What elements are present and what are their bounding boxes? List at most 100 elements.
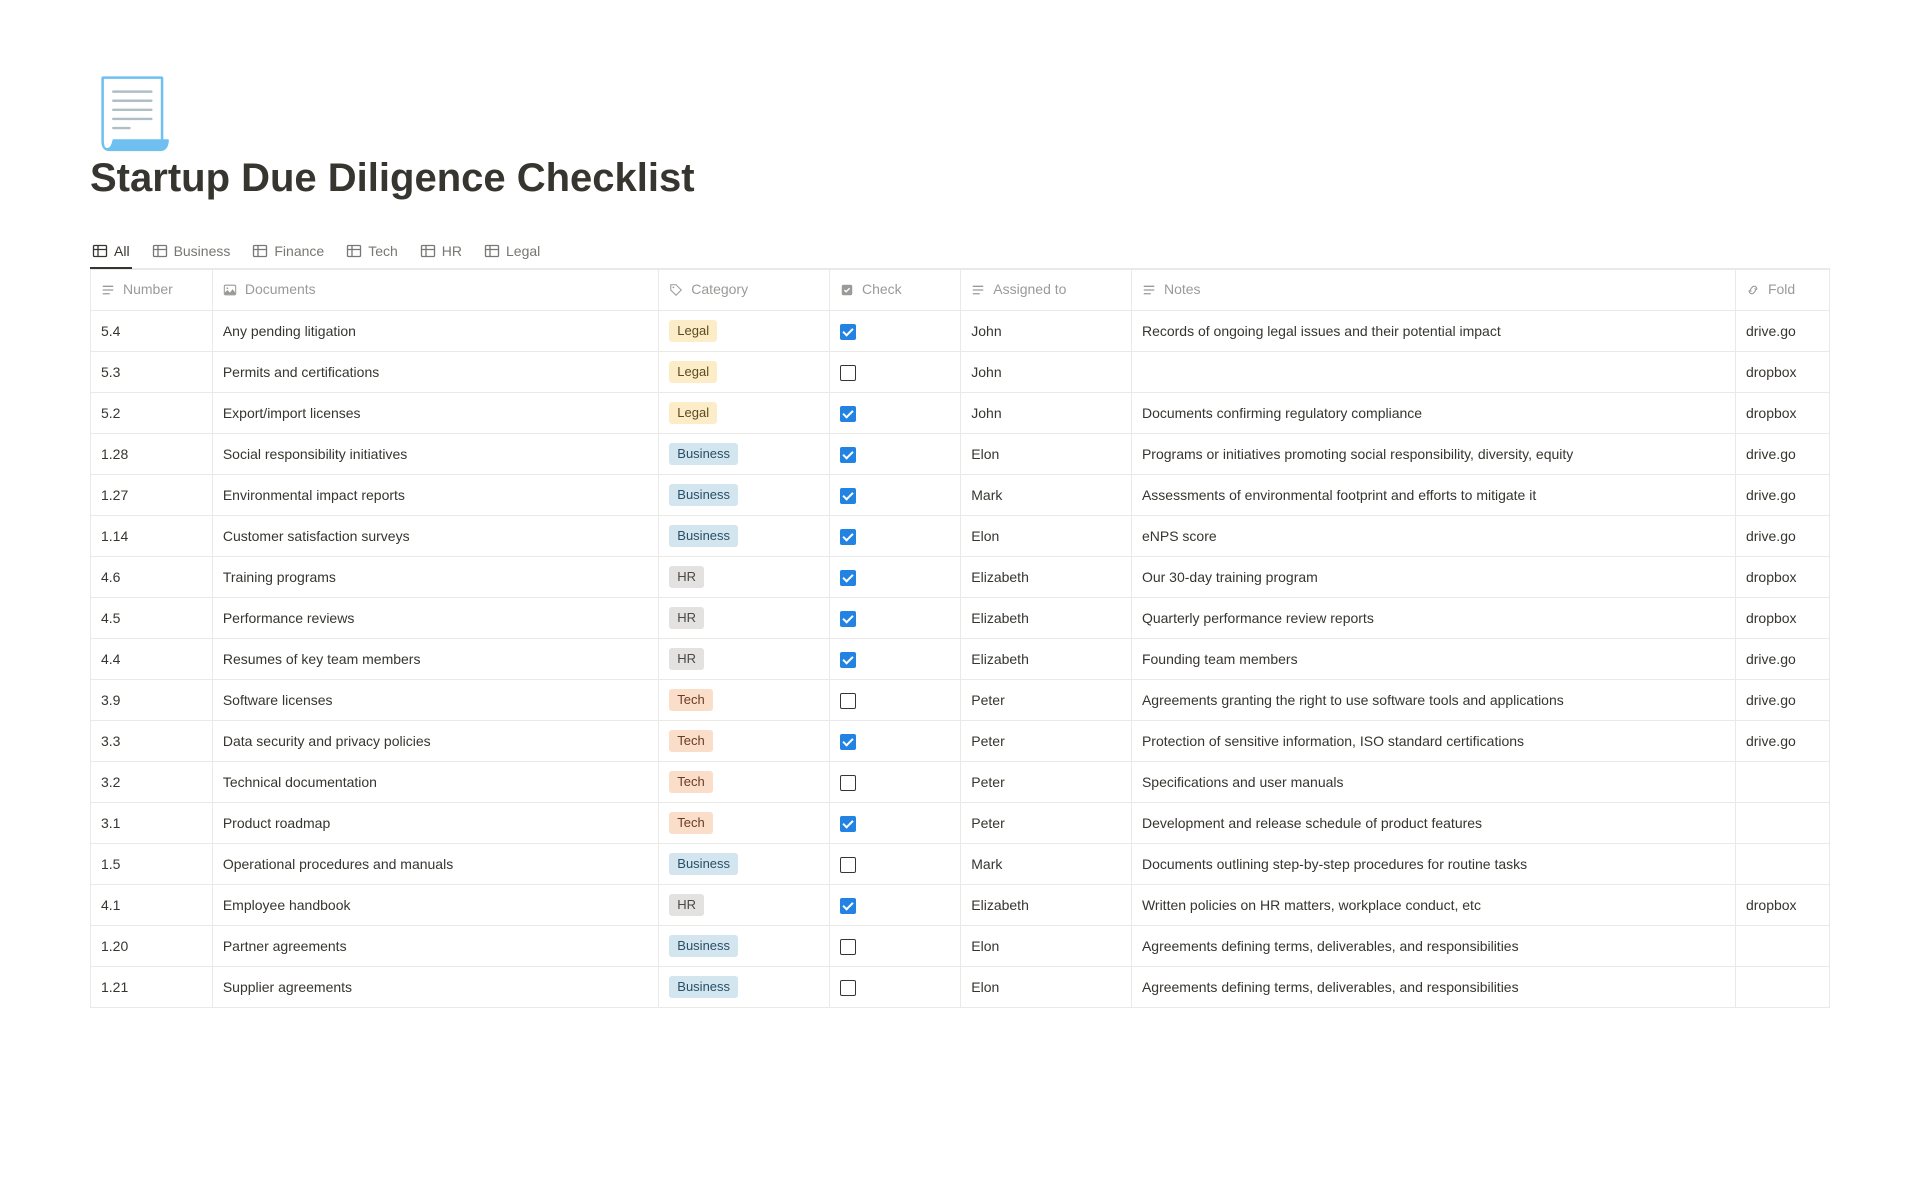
tab-tech[interactable]: Tech <box>344 237 400 269</box>
cell-check[interactable] <box>829 721 960 762</box>
checkbox[interactable] <box>840 734 856 750</box>
cell-documents[interactable]: Data security and privacy policies <box>212 721 658 762</box>
table-row[interactable]: 4.6Training programsHRElizabethOur 30-da… <box>91 557 1830 598</box>
cell-documents[interactable]: Performance reviews <box>212 598 658 639</box>
cell-check[interactable] <box>829 598 960 639</box>
table-row[interactable]: 5.4Any pending litigationLegalJohnRecord… <box>91 311 1830 352</box>
checkbox[interactable] <box>840 693 856 709</box>
cell-check[interactable] <box>829 434 960 475</box>
checkbox[interactable] <box>840 447 856 463</box>
checkbox[interactable] <box>840 611 856 627</box>
table-row[interactable]: 4.4Resumes of key team membersHRElizabet… <box>91 639 1830 680</box>
checkbox[interactable] <box>840 939 856 955</box>
table-row[interactable]: 3.9Software licensesTechPeterAgreements … <box>91 680 1830 721</box>
checkbox[interactable] <box>840 652 856 668</box>
cell-documents[interactable]: Partner agreements <box>212 926 658 967</box>
cell-check[interactable] <box>829 516 960 557</box>
checkbox[interactable] <box>840 570 856 586</box>
cell-documents[interactable]: Environmental impact reports <box>212 475 658 516</box>
tab-legal[interactable]: Legal <box>482 237 542 269</box>
cell-folder[interactable]: dropbox <box>1735 598 1829 639</box>
checkbox[interactable] <box>840 324 856 340</box>
cell-folder[interactable]: dropbox <box>1735 557 1829 598</box>
table-row[interactable]: 1.21Supplier agreementsBusinessElonAgree… <box>91 967 1830 1008</box>
cell-folder[interactable]: dropbox <box>1735 885 1829 926</box>
cell-notes: Agreements granting the right to use sof… <box>1131 680 1735 721</box>
cell-check[interactable] <box>829 885 960 926</box>
checkbox[interactable] <box>840 980 856 996</box>
checkbox[interactable] <box>840 775 856 791</box>
cell-documents[interactable]: Any pending litigation <box>212 311 658 352</box>
cell-check[interactable] <box>829 803 960 844</box>
cell-check[interactable] <box>829 639 960 680</box>
cell-check[interactable] <box>829 311 960 352</box>
cell-documents[interactable]: Social responsibility initiatives <box>212 434 658 475</box>
cell-folder[interactable]: drive.go <box>1735 311 1829 352</box>
tab-hr[interactable]: HR <box>418 237 464 269</box>
table-row[interactable]: 1.20Partner agreementsBusinessElonAgreem… <box>91 926 1830 967</box>
cell-documents[interactable]: Employee handbook <box>212 885 658 926</box>
cell-folder[interactable] <box>1735 967 1829 1008</box>
checkbox[interactable] <box>840 898 856 914</box>
checkbox[interactable] <box>840 365 856 381</box>
cell-check[interactable] <box>829 557 960 598</box>
cell-folder[interactable]: dropbox <box>1735 393 1829 434</box>
cell-documents[interactable]: Operational procedures and manuals <box>212 844 658 885</box>
tab-all[interactable]: All <box>90 237 132 269</box>
column-header-folder[interactable]: Fold <box>1735 270 1829 311</box>
cell-check[interactable] <box>829 967 960 1008</box>
cell-check[interactable] <box>829 393 960 434</box>
column-header-number[interactable]: Number <box>91 270 213 311</box>
checkbox[interactable] <box>840 488 856 504</box>
checkbox[interactable] <box>840 816 856 832</box>
cell-folder[interactable] <box>1735 844 1829 885</box>
cell-assigned: Peter <box>961 803 1132 844</box>
column-header-category[interactable]: Category <box>659 270 830 311</box>
table-row[interactable]: 3.1Product roadmapTechPeterDevelopment a… <box>91 803 1830 844</box>
table-row[interactable]: 3.2Technical documentationTechPeterSpeci… <box>91 762 1830 803</box>
table-row[interactable]: 1.14Customer satisfaction surveysBusines… <box>91 516 1830 557</box>
table-row[interactable]: 3.3Data security and privacy policiesTec… <box>91 721 1830 762</box>
cell-folder[interactable]: dropbox <box>1735 352 1829 393</box>
cell-folder[interactable] <box>1735 803 1829 844</box>
column-header-notes[interactable]: Notes <box>1131 270 1735 311</box>
cell-documents[interactable]: Software licenses <box>212 680 658 721</box>
cell-documents[interactable]: Resumes of key team members <box>212 639 658 680</box>
column-header-assigned[interactable]: Assigned to <box>961 270 1132 311</box>
cell-folder[interactable] <box>1735 926 1829 967</box>
table-row[interactable]: 1.5Operational procedures and manualsBus… <box>91 844 1830 885</box>
checkbox[interactable] <box>840 857 856 873</box>
cell-check[interactable] <box>829 762 960 803</box>
cell-documents[interactable]: Supplier agreements <box>212 967 658 1008</box>
cell-documents[interactable]: Customer satisfaction surveys <box>212 516 658 557</box>
cell-check[interactable] <box>829 352 960 393</box>
cell-folder[interactable]: drive.go <box>1735 680 1829 721</box>
cell-documents[interactable]: Technical documentation <box>212 762 658 803</box>
table-row[interactable]: 1.27Environmental impact reportsBusiness… <box>91 475 1830 516</box>
cell-folder[interactable]: drive.go <box>1735 475 1829 516</box>
table-row[interactable]: 5.2Export/import licensesLegalJohnDocume… <box>91 393 1830 434</box>
cell-folder[interactable]: drive.go <box>1735 516 1829 557</box>
column-header-documents[interactable]: Documents <box>212 270 658 311</box>
tab-business[interactable]: Business <box>150 237 233 269</box>
cell-folder[interactable]: drive.go <box>1735 434 1829 475</box>
table-row[interactable]: 4.1Employee handbookHRElizabethWritten p… <box>91 885 1830 926</box>
cell-documents[interactable]: Product roadmap <box>212 803 658 844</box>
table-row[interactable]: 4.5Performance reviewsHRElizabethQuarter… <box>91 598 1830 639</box>
cell-folder[interactable] <box>1735 762 1829 803</box>
checkbox[interactable] <box>840 406 856 422</box>
table-row[interactable]: 5.3Permits and certificationsLegalJohndr… <box>91 352 1830 393</box>
cell-documents[interactable]: Training programs <box>212 557 658 598</box>
cell-check[interactable] <box>829 680 960 721</box>
cell-check[interactable] <box>829 926 960 967</box>
cell-check[interactable] <box>829 844 960 885</box>
cell-documents[interactable]: Export/import licenses <box>212 393 658 434</box>
table-row[interactable]: 1.28Social responsibility initiativesBus… <box>91 434 1830 475</box>
column-header-check[interactable]: Check <box>829 270 960 311</box>
cell-folder[interactable]: drive.go <box>1735 721 1829 762</box>
cell-check[interactable] <box>829 475 960 516</box>
cell-folder[interactable]: drive.go <box>1735 639 1829 680</box>
tab-finance[interactable]: Finance <box>250 237 326 269</box>
checkbox[interactable] <box>840 529 856 545</box>
cell-documents[interactable]: Permits and certifications <box>212 352 658 393</box>
